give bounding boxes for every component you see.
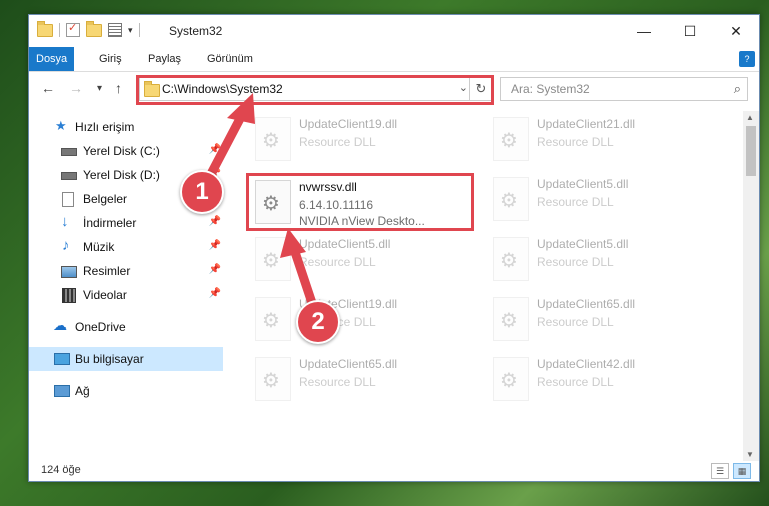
file-list: UpdateClient19.dll Resource DLL UpdateCl… <box>229 111 743 461</box>
dll-file-icon <box>255 117 291 161</box>
navigation-bar: ← → ▾ ↑ C:\Windows\System32 ⌄ ↻ Ara: Sys… <box>29 72 759 106</box>
new-folder-icon[interactable] <box>86 20 102 37</box>
sidebar-item-downloads[interactable]: ↓ İndirmeler 📌 <box>29 211 223 235</box>
scrollbar-thumb[interactable] <box>746 126 756 176</box>
quick-access-toolbar: ▾ <box>37 20 140 37</box>
tab-file[interactable]: Dosya <box>29 47 74 71</box>
help-icon[interactable]: ? <box>739 51 755 67</box>
large-icons-view-icon[interactable]: ▦ <box>733 463 751 479</box>
list-item[interactable]: UpdateClient42.dll Resource DLL <box>487 353 715 409</box>
pin-icon[interactable]: 📌 <box>209 144 221 155</box>
sidebar-item-disk-c[interactable]: Yerel Disk (C:) 📌 <box>29 139 223 163</box>
back-button[interactable]: ← <box>41 80 55 96</box>
search-icon[interactable]: ⌕ <box>734 81 741 97</box>
pin-icon[interactable]: 📌 <box>209 216 221 227</box>
properties-icon[interactable] <box>108 23 122 37</box>
title-bar: ▾ System32 — ☐ ✕ <box>29 15 759 47</box>
list-item[interactable]: UpdateClient19.dll Resource DLL <box>249 293 477 349</box>
search-placeholder: Ara: System32 <box>511 82 590 96</box>
toolbar-separator <box>59 23 60 37</box>
video-icon <box>62 288 76 303</box>
file-version: 6.14.10.11116 <box>299 198 374 212</box>
list-item[interactable]: UpdateClient21.dll Resource DLL <box>487 113 715 169</box>
list-item[interactable]: UpdateClient65.dll Resource DLL <box>249 353 477 409</box>
dll-file-icon <box>255 357 291 401</box>
drive-icon <box>61 148 77 156</box>
sidebar-item-this-pc[interactable]: Bu bilgisayar <box>29 347 223 371</box>
dll-file-icon <box>493 297 529 341</box>
sidebar-item-onedrive[interactable]: ☁ OneDrive <box>29 315 223 339</box>
scroll-down-icon[interactable]: ▼ <box>746 450 754 459</box>
pin-icon[interactable]: 📌 <box>209 264 221 275</box>
dll-file-icon <box>493 177 529 221</box>
window-controls: — ☐ ✕ <box>621 15 759 47</box>
sidebar-item-pictures[interactable]: Resimler 📌 <box>29 259 223 283</box>
up-button[interactable]: ↑ <box>115 80 122 96</box>
file-description: NVIDIA nView Deskto... <box>299 214 425 228</box>
music-icon: ♪ <box>62 237 70 254</box>
address-highlight-box <box>136 75 494 105</box>
cloud-icon: ☁ <box>53 317 67 333</box>
step-callout-1: 1 <box>180 170 224 214</box>
maximize-button[interactable]: ☐ <box>667 15 713 47</box>
dll-file-icon <box>255 297 291 341</box>
pin-icon[interactable]: 📌 <box>209 288 221 299</box>
computer-icon <box>54 353 70 365</box>
list-item[interactable]: UpdateClient65.dll Resource DLL <box>487 293 715 349</box>
dll-file-icon <box>493 357 529 401</box>
explorer-window: ▾ System32 — ☐ ✕ Dosya Giriş Paylaş Görü… <box>28 14 760 482</box>
customize-toolbar-icon[interactable]: ▾ <box>128 25 133 36</box>
dll-file-icon <box>493 117 529 161</box>
dll-file-icon <box>255 180 291 224</box>
dll-file-icon <box>255 237 291 281</box>
recent-locations-button[interactable]: ▾ <box>97 83 102 94</box>
details-view-icon[interactable]: ☰ <box>711 463 729 479</box>
pin-icon[interactable]: 📌 <box>209 240 221 251</box>
drive-icon <box>61 172 77 180</box>
file-name: nvwrssv.dll <box>299 180 357 194</box>
star-icon: ★ <box>55 118 67 133</box>
folder-icon <box>37 20 53 37</box>
dll-file-icon <box>493 237 529 281</box>
window-title: System32 <box>169 24 223 38</box>
step-callout-2: 2 <box>296 300 340 344</box>
toolbar-separator <box>138 23 140 37</box>
navigation-pane: ★ Hızlı erişim Yerel Disk (C:) 📌 Yerel D… <box>29 111 225 461</box>
sidebar-item-videos[interactable]: Videolar 📌 <box>29 283 223 307</box>
tab-home[interactable]: Giriş <box>87 47 134 71</box>
forward-button[interactable]: → <box>69 80 83 96</box>
sidebar-item-music[interactable]: ♪ Müzik 📌 <box>29 235 223 259</box>
list-item[interactable]: UpdateClient19.dll Resource DLL <box>249 113 477 169</box>
tab-view[interactable]: Görünüm <box>195 47 265 71</box>
scroll-up-icon[interactable]: ▲ <box>746 113 754 122</box>
item-count: 124 öğe <box>41 464 81 476</box>
ribbon-tabs: Dosya Giriş Paylaş Görünüm ? <box>29 47 759 72</box>
list-item[interactable]: UpdateClient5.dll Resource DLL <box>249 233 477 289</box>
download-icon: ↓ <box>61 213 69 230</box>
pictures-icon <box>61 266 77 278</box>
list-item[interactable]: UpdateClient5.dll Resource DLL <box>487 173 715 229</box>
list-item[interactable]: UpdateClient5.dll Resource DLL <box>487 233 715 289</box>
status-bar: 124 öğe ☰ ▦ <box>29 461 759 481</box>
search-box[interactable]: Ara: System32 ⌕ <box>500 77 748 101</box>
close-button[interactable]: ✕ <box>713 15 759 47</box>
minimize-button[interactable]: — <box>621 15 667 47</box>
network-icon <box>54 385 70 397</box>
properties-check-icon[interactable] <box>66 21 80 37</box>
documents-icon <box>62 192 74 207</box>
tab-share[interactable]: Paylaş <box>136 47 193 71</box>
highlighted-file-nvwrssv[interactable]: nvwrssv.dll 6.14.10.11116 NVIDIA nView D… <box>246 173 474 231</box>
sidebar-item-network[interactable]: Ağ <box>29 379 223 403</box>
sidebar-item-quick-access[interactable]: ★ Hızlı erişim <box>29 115 223 139</box>
vertical-scrollbar[interactable]: ▲ ▼ <box>743 111 759 461</box>
